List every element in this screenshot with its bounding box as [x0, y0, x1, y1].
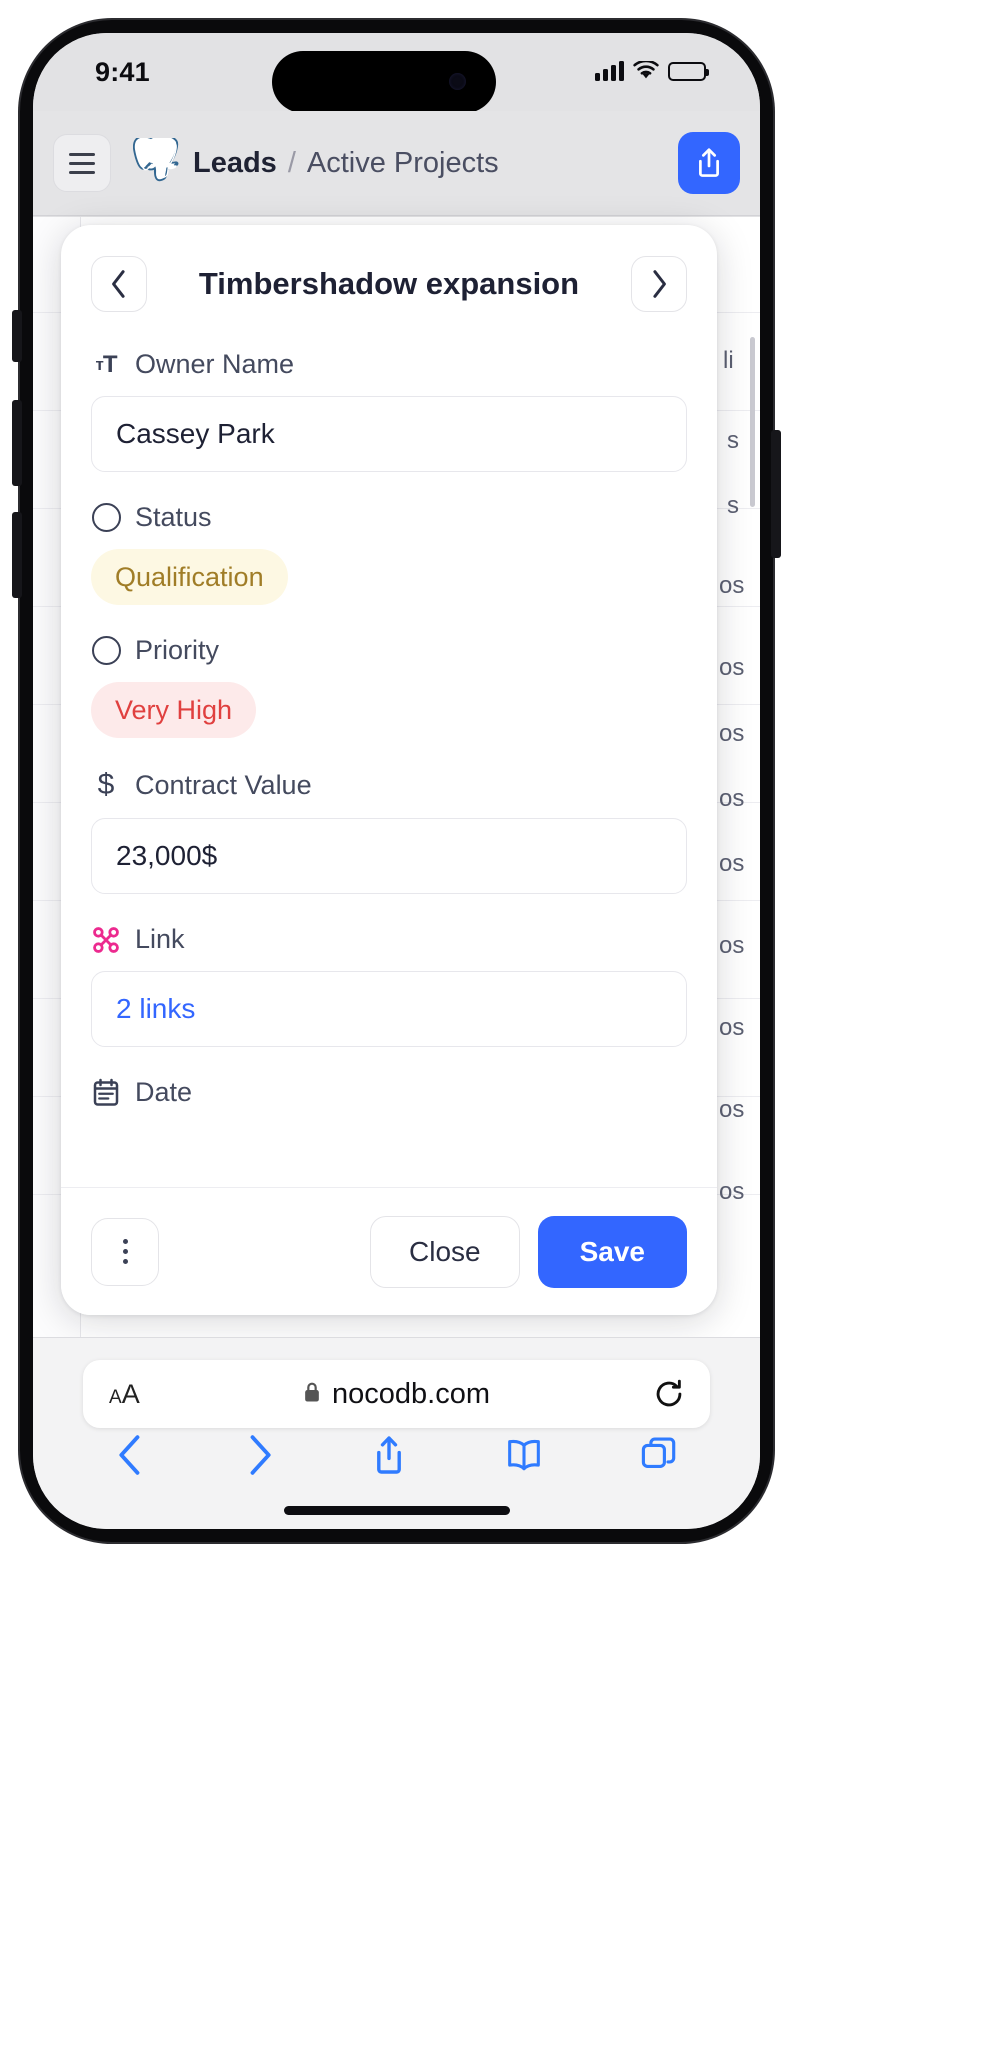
grid-cell-fragment: os: [719, 572, 745, 599]
owner-name-value: Cassey Park: [116, 418, 275, 449]
reload-icon[interactable]: [654, 1379, 684, 1409]
field-link: Link 2 links: [91, 924, 687, 1047]
field-priority-label-row: Priority: [91, 635, 687, 666]
postgresql-elephant-icon: [132, 134, 179, 189]
grid-cell-fragment: li: [723, 347, 734, 374]
app-header: Leads / Active Projects: [33, 111, 760, 216]
grid-scrollbar[interactable]: [750, 337, 755, 507]
save-button[interactable]: Save: [537, 1215, 687, 1288]
calendar-icon: [91, 1078, 121, 1108]
field-priority: Priority Very High: [91, 635, 687, 738]
text-size-button[interactable]: AA: [109, 1379, 140, 1410]
priority-badge[interactable]: Very High: [91, 682, 257, 738]
status-badge[interactable]: Qualification: [91, 549, 288, 605]
next-record-button[interactable]: [631, 256, 687, 312]
volume-up-button[interactable]: [12, 400, 22, 486]
field-priority-label: Priority: [135, 635, 220, 665]
record-card-header: Timbershadow expansion: [61, 225, 717, 343]
grid-cell-fragment: os: [719, 654, 745, 681]
status-value-row[interactable]: Qualification: [91, 549, 687, 605]
field-link-label: Link: [135, 924, 185, 954]
url-text-row: nocodb.com: [83, 1378, 710, 1411]
field-status: Status Qualification: [91, 502, 687, 605]
silent-switch[interactable]: [12, 310, 22, 362]
phone-mockup: 9:41 Leads / Active Projects li s s os o…: [0, 0, 1003, 2049]
bookmarks-button[interactable]: [505, 1435, 543, 1480]
home-indicator: [283, 1506, 510, 1515]
grid-cell-fragment: os: [719, 1096, 745, 1123]
single-line-text-icon: тT: [95, 350, 118, 378]
currency-dollar-icon: $: [97, 768, 115, 801]
status-indicators: [595, 61, 709, 81]
forward-button[interactable]: [244, 1434, 274, 1481]
record-title: Timbershadow expansion: [198, 266, 580, 301]
single-select-icon: [91, 503, 121, 532]
status-bar: 9:41: [33, 33, 760, 113]
grid-cell-fragment: os: [719, 785, 745, 812]
contract-value-text: 23,000$: [116, 840, 218, 871]
grid-cell-fragment: os: [719, 1014, 745, 1041]
cellular-signal-icon: [595, 61, 624, 81]
lock-icon: [303, 1378, 321, 1411]
record-card-footer: Close Save: [61, 1187, 717, 1315]
front-camera-icon: [449, 73, 466, 90]
contract-value-input[interactable]: 23,000$: [91, 818, 687, 894]
breadcrumb-separator: /: [287, 146, 296, 179]
battery-full-icon: [668, 61, 709, 81]
single-select-icon: [91, 636, 121, 665]
field-contract-value: $ Contract Value 23,000$: [91, 768, 687, 894]
field-date-label-row: Date: [91, 1077, 687, 1108]
field-owner-name: тT Owner Name Cassey Park: [91, 349, 687, 472]
field-owner-name-label-row: тT Owner Name: [91, 349, 687, 380]
breadcrumb-base[interactable]: Leads: [193, 147, 277, 180]
status-time: 9:41: [95, 57, 150, 87]
hamburger-menu-icon[interactable]: [53, 134, 111, 192]
safari-url-bar[interactable]: AA nocodb.com: [83, 1360, 710, 1428]
breadcrumb-current[interactable]: Active Projects: [307, 147, 499, 180]
field-date: Date: [91, 1077, 687, 1108]
grid-cell-fragment: os: [719, 932, 745, 959]
share-upload-icon[interactable]: [372, 1434, 406, 1481]
field-date-label: Date: [135, 1077, 193, 1107]
grid-cell-fragment: os: [719, 720, 745, 747]
grid-cell-fragment: s: [727, 492, 739, 519]
record-fields: тT Owner Name Cassey Park Status Qualifi…: [61, 343, 717, 1187]
field-contract-value-label-row: $ Contract Value: [91, 768, 687, 802]
tabs-button[interactable]: [641, 1435, 677, 1480]
grid-cell-fragment: os: [719, 850, 745, 877]
breadcrumb[interactable]: Leads / Active Projects: [193, 147, 499, 180]
priority-value-row[interactable]: Very High: [91, 682, 687, 738]
power-button[interactable]: [771, 430, 781, 558]
more-vertical-icon[interactable]: [91, 1217, 159, 1286]
wifi-icon: [633, 61, 659, 81]
field-owner-name-label: Owner Name: [135, 349, 295, 379]
url-text[interactable]: nocodb.com: [332, 1378, 490, 1411]
link-records-input[interactable]: 2 links: [91, 971, 687, 1047]
link-count-value[interactable]: 2 links: [116, 993, 195, 1025]
previous-record-button[interactable]: [91, 256, 147, 312]
field-status-label: Status: [135, 502, 212, 532]
close-button[interactable]: Close: [370, 1215, 520, 1288]
safari-nav-bar: [33, 1434, 760, 1481]
phone-screen: 9:41 Leads / Active Projects li s s os o…: [33, 33, 760, 1529]
back-button[interactable]: [116, 1434, 146, 1481]
owner-name-input[interactable]: Cassey Park: [91, 396, 687, 472]
field-contract-value-label: Contract Value: [135, 769, 312, 800]
field-status-label-row: Status: [91, 502, 687, 533]
share-upload-icon[interactable]: [678, 132, 740, 194]
safari-bottom-bar: AA nocodb.com: [33, 1337, 760, 1529]
grid-cell-fragment: s: [727, 427, 739, 454]
record-expand-card: Timbershadow expansion тT Owner Name Cas…: [61, 225, 717, 1315]
dynamic-island: [272, 51, 496, 113]
link-records-icon: [91, 926, 121, 954]
volume-down-button[interactable]: [12, 512, 22, 598]
grid-cell-fragment: os: [719, 1178, 745, 1205]
field-link-label-row: Link: [91, 924, 687, 955]
